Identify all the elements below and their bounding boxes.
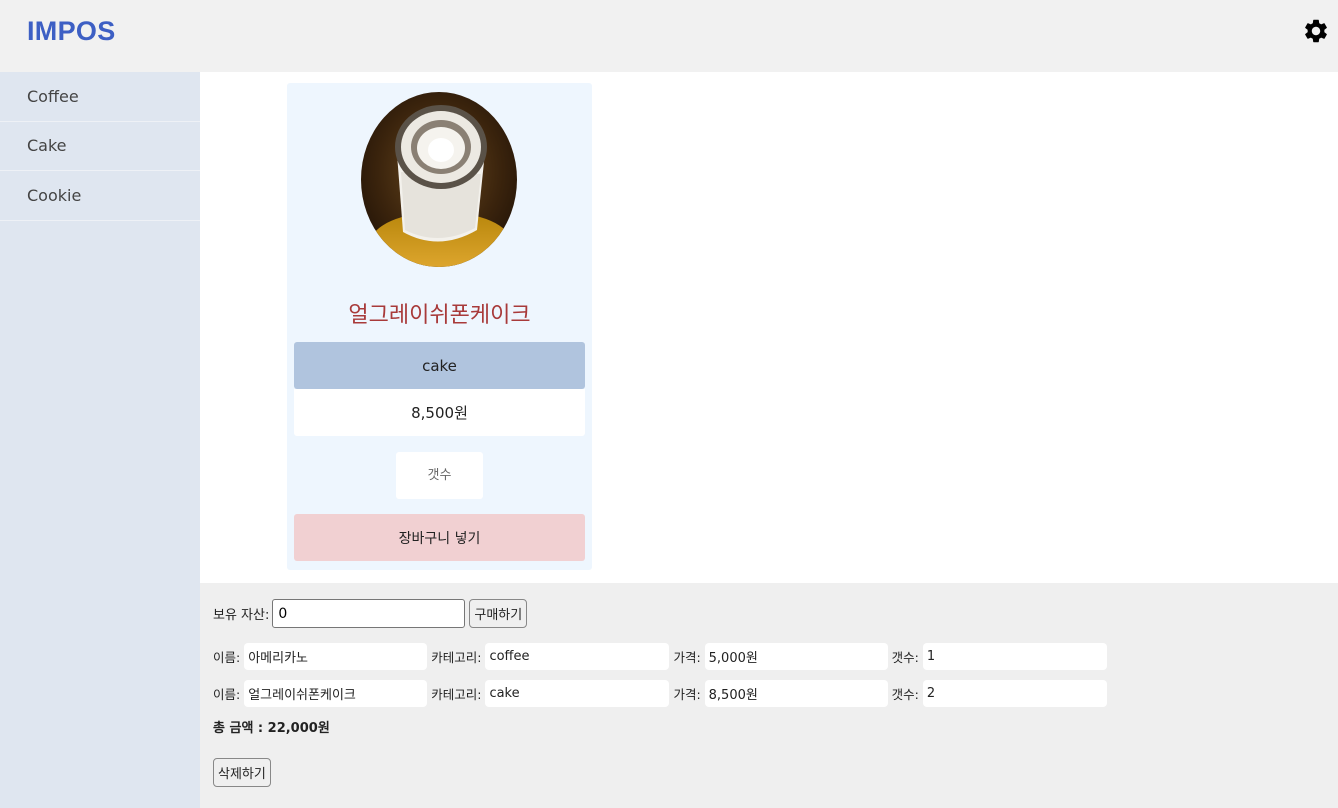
cart-panel: 보유 자산: 구매하기 이름: 아메리카노 카테고리: coffee 가격: 5… bbox=[200, 583, 1338, 808]
cart-item-name: 얼그레이쉬폰케이크 bbox=[244, 680, 428, 707]
asset-row: 보유 자산: 구매하기 bbox=[213, 599, 528, 628]
app-logo[interactable]: IMPOS bbox=[27, 16, 116, 47]
sidebar-item-cake[interactable]: Cake bbox=[0, 122, 200, 171]
cart-item-qty: 2 bbox=[922, 680, 1107, 707]
total-amount: 총 금액 : 22,000원 bbox=[213, 721, 330, 736]
gear-icon[interactable] bbox=[1302, 17, 1330, 45]
cart-item-category: cake bbox=[485, 680, 670, 707]
sidebar: Coffee Cake Cookie bbox=[0, 72, 200, 808]
category-label: 카테고리: bbox=[431, 687, 482, 702]
price-label: 가격: bbox=[673, 650, 701, 665]
product-card: 얼그레이쉬폰케이크 cake 8,500원 장바구니 넣기 bbox=[287, 83, 592, 570]
asset-input[interactable] bbox=[272, 599, 466, 628]
sidebar-item-cookie[interactable]: Cookie bbox=[0, 171, 200, 221]
category-label: 카테고리: bbox=[431, 650, 482, 665]
product-price: 8,500원 bbox=[294, 389, 585, 436]
cart-item-qty: 1 bbox=[922, 643, 1107, 670]
sidebar-item-coffee[interactable]: Coffee bbox=[0, 72, 200, 122]
header: IMPOS bbox=[0, 0, 1338, 72]
cart-item: 이름: 얼그레이쉬폰케이크 카테고리: cake 가격: 8,500원 갯수: … bbox=[213, 680, 1111, 707]
product-image bbox=[361, 92, 517, 267]
product-category: cake bbox=[294, 342, 585, 389]
quantity-input[interactable] bbox=[396, 452, 483, 499]
add-to-cart-button[interactable]: 장바구니 넣기 bbox=[294, 514, 585, 561]
product-name: 얼그레이쉬폰케이크 bbox=[348, 303, 531, 328]
qty-label: 갯수: bbox=[891, 687, 919, 702]
asset-label: 보유 자산: bbox=[213, 608, 270, 623]
price-label: 가격: bbox=[673, 687, 701, 702]
name-label: 이름: bbox=[213, 687, 241, 702]
cart-item-category: coffee bbox=[485, 643, 670, 670]
cart-item-price: 8,500원 bbox=[704, 680, 888, 707]
name-label: 이름: bbox=[213, 650, 241, 665]
cart-item-name: 아메리카노 bbox=[244, 643, 428, 670]
cart-item-price: 5,000원 bbox=[704, 643, 888, 670]
delete-button[interactable]: 삭제하기 bbox=[213, 758, 271, 787]
cart-item: 이름: 아메리카노 카테고리: coffee 가격: 5,000원 갯수: 1 bbox=[213, 643, 1111, 670]
buy-button[interactable]: 구매하기 bbox=[469, 599, 528, 628]
qty-label: 갯수: bbox=[891, 650, 919, 665]
